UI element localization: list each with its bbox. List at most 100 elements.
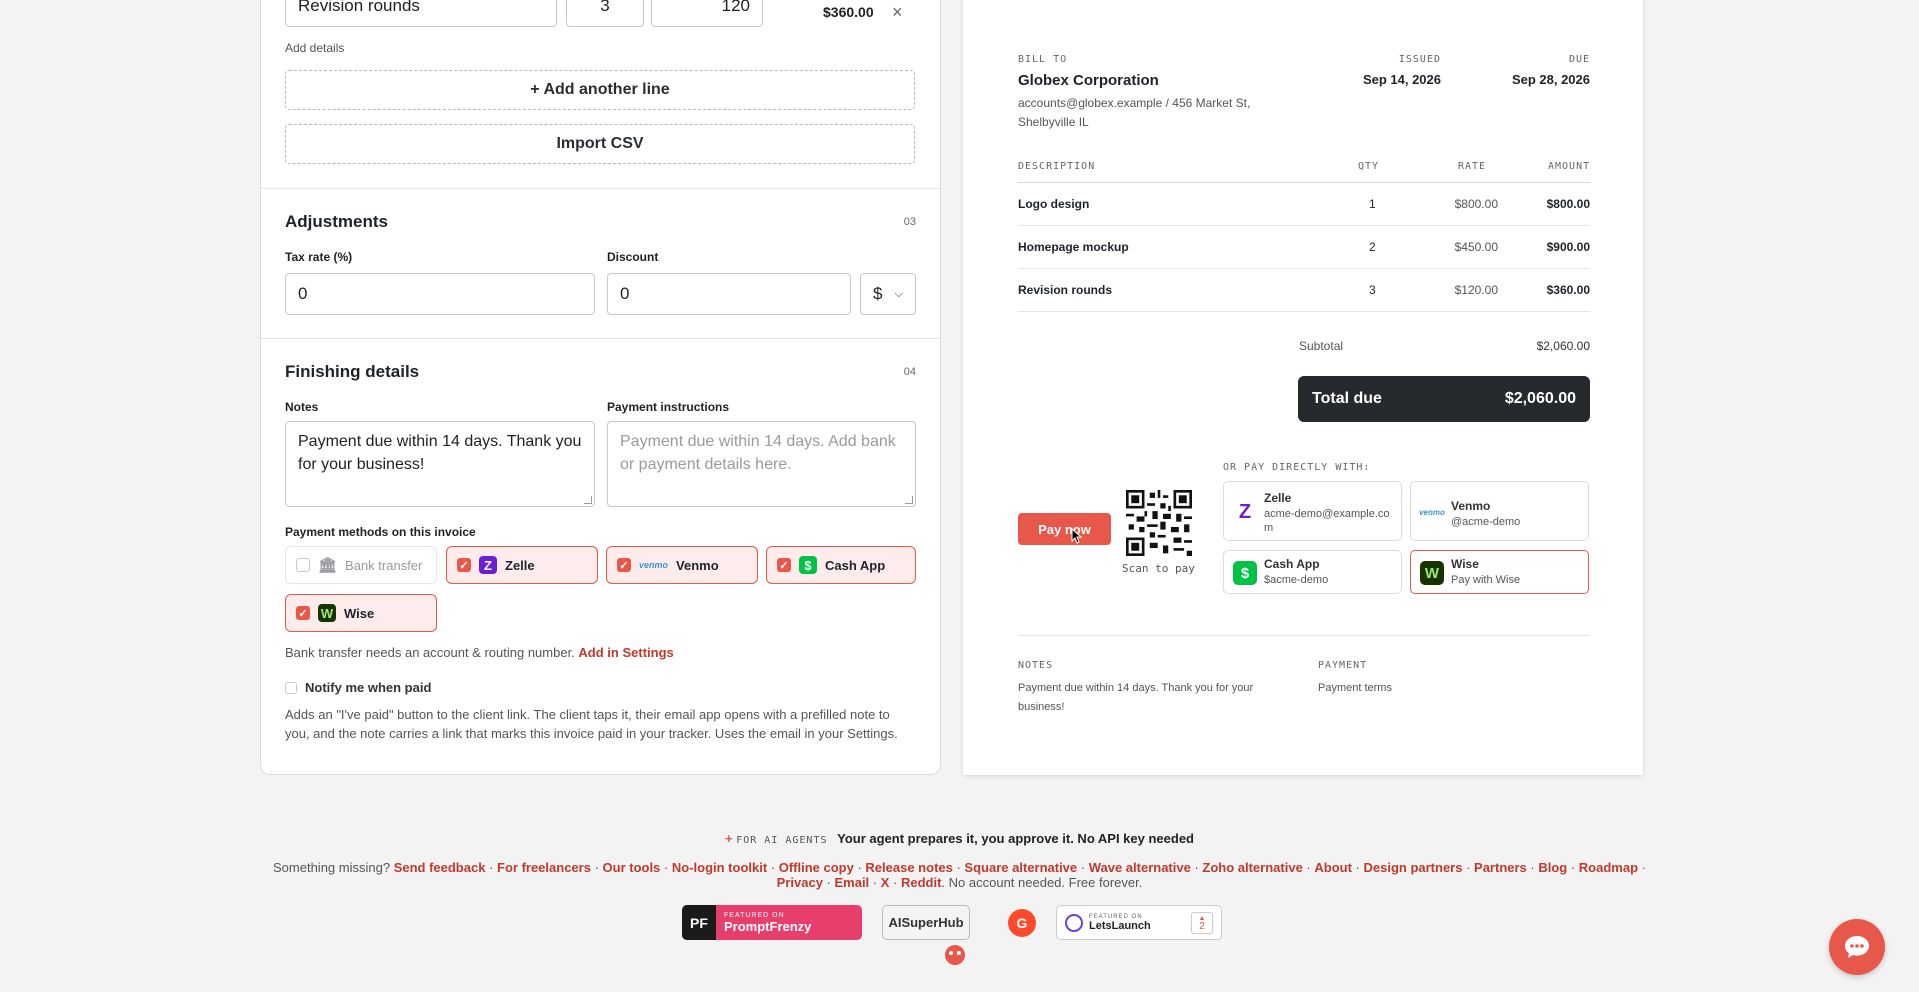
due-label: DUE: [1568, 54, 1590, 65]
client-name: Globex Corporation: [1018, 72, 1159, 89]
venmo-icon: venmo: [1419, 500, 1445, 524]
bank-transfer-note: Bank transfer needs an account & routing…: [285, 645, 674, 660]
scan-to-pay-label: Scan to pay: [1122, 562, 1195, 575]
footer-link[interactable]: X: [881, 875, 890, 890]
notify-checkbox[interactable]: [285, 681, 297, 694]
table-row: Logo design 1 $800.00 $800.00: [1018, 183, 1590, 226]
discount-unit-select[interactable]: $ ⌵: [860, 273, 916, 315]
checkbox-checked[interactable]: ✓: [617, 558, 631, 572]
notes-label: Notes: [285, 400, 319, 414]
cursor-icon: [1071, 528, 1083, 544]
footer-link[interactable]: Reddit: [901, 875, 941, 890]
table-header: DESCRIPTION QTY RATE AMOUNT: [1018, 158, 1590, 183]
chat-bubble-icon: [1845, 936, 1869, 958]
checkbox-checked[interactable]: ✓: [457, 558, 471, 572]
pay-option-wise[interactable]: W Wise Pay with Wise: [1410, 550, 1589, 594]
footer-link[interactable]: No-login toolkit: [672, 860, 767, 875]
line-qty-input[interactable]: 3: [566, 0, 644, 27]
checkbox-checked[interactable]: ✓: [296, 606, 310, 620]
bank-icon: 🏛: [318, 557, 338, 574]
bill-to-label: BILL TO: [1018, 54, 1068, 65]
footer-link[interactable]: Send feedback: [394, 860, 486, 875]
footer-link[interactable]: Blog: [1538, 860, 1567, 875]
footer-link[interactable]: Zoho alternative: [1202, 860, 1302, 875]
footer-link[interactable]: Release notes: [865, 860, 952, 875]
plus-icon: +: [725, 831, 733, 846]
footer-links-row2: Privacy · Email · X · Reddit. No account…: [776, 875, 1143, 890]
payment-instructions-label: Payment instructions: [607, 400, 730, 414]
subtotal-label: Subtotal: [1299, 339, 1344, 353]
or-pay-label: OR PAY DIRECTLY WITH:: [1223, 462, 1371, 473]
footer-link[interactable]: Wave alternative: [1089, 860, 1191, 875]
section-divider: [1018, 635, 1590, 636]
qr-code-icon[interactable]: [1126, 490, 1192, 556]
footer-link[interactable]: Square alternative: [964, 860, 1077, 875]
mascot-icon[interactable]: [945, 945, 965, 965]
footer-link[interactable]: Partners: [1474, 860, 1527, 875]
adjustments-number: 03: [903, 216, 916, 228]
rocket-icon: [1065, 913, 1083, 932]
pay-option-zelle[interactable]: Z Zelle acme-demo@example.com: [1223, 481, 1402, 541]
remove-line-icon[interactable]: ×: [892, 2, 903, 23]
aisuperhub-badge[interactable]: AISuperHub: [882, 905, 970, 940]
section-divider: [261, 188, 940, 189]
footer-link[interactable]: Our tools: [603, 860, 661, 875]
payment-instructions-textarea[interactable]: Payment due within 14 days. Add bank or …: [607, 421, 916, 507]
notify-help-text: Adds an "I've paid" button to the client…: [285, 707, 898, 741]
line-description-input[interactable]: Revision rounds: [285, 0, 557, 27]
add-details-link[interactable]: Add details: [285, 41, 344, 55]
letslaunch-badge[interactable]: FEATURED ON LetsLaunch ▲ 2: [1056, 905, 1222, 940]
ai-agents-banner[interactable]: + FOR AI AGENTS Your agent prepares it, …: [0, 831, 1919, 846]
checkbox-unchecked[interactable]: [296, 558, 310, 572]
pay-option-cash-app[interactable]: $ Cash App $acme-demo: [1223, 550, 1402, 594]
line-rate-input[interactable]: 120: [651, 0, 763, 27]
invoice-editor-panel: Revision rounds 3 120 $360.00 × Add deta…: [260, 0, 941, 775]
footer-link[interactable]: Offline copy: [779, 860, 854, 875]
zelle-icon: Z: [1233, 500, 1257, 524]
promptfrenzy-badge[interactable]: PF FEATURED ON PromptFrenzy: [682, 905, 862, 940]
add-line-button[interactable]: + Add another line: [285, 70, 915, 110]
footer-link[interactable]: About: [1314, 860, 1352, 875]
total-due-bar: Total due $2,060.00: [1298, 376, 1590, 422]
import-csv-button[interactable]: Import CSV: [285, 124, 915, 164]
method-bank-transfer[interactable]: 🏛 Bank transfer: [285, 546, 437, 584]
notes-textarea[interactable]: Payment due within 14 days. Thank you fo…: [285, 421, 595, 507]
resize-handle[interactable]: [905, 496, 913, 504]
g2-badge[interactable]: G: [1007, 905, 1037, 940]
tax-rate-label: Tax rate (%): [285, 250, 353, 264]
pay-option-venmo[interactable]: venmo Venmo @acme-demo: [1410, 481, 1589, 541]
chevron-down-icon: ⌵: [894, 287, 903, 300]
tax-rate-input[interactable]: 0: [285, 273, 595, 315]
client-address: accounts@globex.example / 456 Market St,…: [1018, 96, 1251, 129]
add-in-settings-link[interactable]: Add in Settings: [578, 645, 673, 660]
line-amount: $360.00: [823, 4, 874, 20]
wise-icon: W: [318, 604, 336, 622]
notify-row[interactable]: Notify me when paid: [285, 680, 431, 695]
notes-label: NOTES: [1018, 660, 1054, 671]
footer-link[interactable]: Roadmap: [1579, 860, 1638, 875]
g2-icon: G: [1008, 908, 1036, 937]
section-divider: [261, 338, 940, 339]
invoice-preview: BILL TO Globex Corporation accounts@glob…: [963, 0, 1643, 775]
wise-icon: W: [1420, 561, 1444, 585]
chat-button[interactable]: [1829, 919, 1885, 975]
resize-handle[interactable]: [584, 496, 592, 504]
notes-text: Payment due within 14 days. Thank you fo…: [1018, 682, 1254, 713]
method-venmo[interactable]: ✓ venmo Venmo: [606, 546, 758, 584]
cash-app-icon: $: [1233, 561, 1257, 585]
venmo-icon: venmo: [639, 560, 669, 570]
checkbox-checked[interactable]: ✓: [777, 558, 791, 572]
footer-link[interactable]: Privacy: [777, 875, 823, 890]
footer-link[interactable]: Email: [834, 875, 869, 890]
method-cash-app[interactable]: ✓ $ Cash App: [766, 546, 916, 584]
method-wise[interactable]: ✓ W Wise: [285, 594, 437, 632]
method-zelle[interactable]: ✓ Z Zelle: [446, 546, 598, 584]
footer-link[interactable]: For freelancers: [497, 860, 591, 875]
footer-link[interactable]: Design partners: [1363, 860, 1462, 875]
pay-now-button[interactable]: Pay now: [1018, 513, 1111, 545]
table-row: Homepage mockup 2 $450.00 $900.00: [1018, 226, 1590, 269]
issued-label: ISSUED: [1398, 54, 1441, 65]
discount-input[interactable]: 0: [607, 273, 851, 315]
upvote-count: ▲ 2: [1191, 911, 1213, 934]
discount-label: Discount: [607, 250, 659, 264]
